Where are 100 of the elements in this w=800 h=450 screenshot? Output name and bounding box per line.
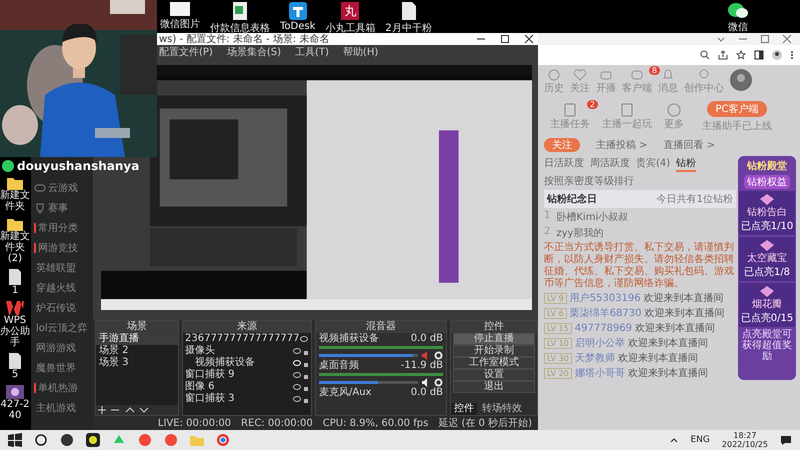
status-text: LIVE: 00:00:00 xyxy=(158,418,232,428)
desktop-icon-label[interactable]: 付款信息表格 xyxy=(210,21,270,35)
level-badge: LV 10 xyxy=(544,338,572,349)
app-logo[interactable]: 丸 xyxy=(341,2,360,20)
eye-lock-icon[interactable] xyxy=(293,383,309,391)
search-icon[interactable] xyxy=(34,433,48,447)
level-badge: LV 20 xyxy=(544,368,572,379)
clock-date[interactable]: 2022/10/25 xyxy=(722,440,768,449)
source-item[interactable]: 窗口捕获 9 xyxy=(185,369,235,381)
zoom-icon[interactable] xyxy=(700,50,710,60)
panel-title: 混音器 xyxy=(316,321,446,333)
close-icon[interactable] xyxy=(524,34,534,44)
desktop-icon-label[interactable]: 微信图片 xyxy=(160,17,200,31)
dock-tab[interactable]: 转场特效 xyxy=(479,403,525,415)
desktop-icon-label[interactable]: 微信 xyxy=(728,20,748,34)
control-button[interactable]: 退出 xyxy=(453,381,535,393)
ranking-tab[interactable]: 周活跃度 xyxy=(590,156,630,172)
desktop-icon-label[interactable]: ToDesk xyxy=(280,21,316,32)
spreadsheet-icon[interactable] xyxy=(233,2,247,20)
windows-start-icon[interactable] xyxy=(8,433,22,447)
menu-item[interactable]: 工具(T) xyxy=(295,45,329,59)
sidebar-item[interactable]: 炉石传说 xyxy=(36,301,76,315)
app-icon[interactable] xyxy=(86,433,100,447)
desktop-icon-label[interactable]: 新建文件夹 xyxy=(0,190,30,212)
section-link[interactable]: 直播回看 > xyxy=(664,138,716,152)
avatar[interactable] xyxy=(730,69,752,91)
desktop-icon-label[interactable]: 5 xyxy=(0,369,30,380)
trophy-icon xyxy=(34,203,46,213)
sidebar-item[interactable]: 网游竞技 xyxy=(38,241,78,255)
scene-item[interactable]: 场景 2 xyxy=(96,345,178,357)
control-button[interactable]: 设置 xyxy=(453,369,535,381)
menu-item[interactable]: 帮助(H) xyxy=(342,45,378,59)
dock-tab[interactable]: 控件 xyxy=(451,403,477,415)
perk-caption: 已点亮0/15 xyxy=(740,312,794,325)
ranking-note: 按照亲密度等级排行 xyxy=(544,174,635,188)
eye-lock-icon[interactable] xyxy=(293,395,309,403)
notification-icon[interactable] xyxy=(780,434,792,446)
desktop-icon-label[interactable]: 新建文件夹 (2) xyxy=(0,231,30,264)
scene-item[interactable]: 手游直播 xyxy=(96,333,178,345)
gift-icon xyxy=(759,193,775,205)
perk-name: 钻粉告白 xyxy=(747,206,787,219)
image-file-icon[interactable] xyxy=(6,385,24,399)
source-item[interactable]: 236777777777777777 xyxy=(185,333,300,345)
control-button[interactable]: 开始录制 xyxy=(453,345,535,357)
desktop-icon-label[interactable]: WPS办公助手 xyxy=(0,315,30,348)
control-button[interactable]: 停止直播 xyxy=(453,333,535,345)
volume-slider[interactable] xyxy=(319,380,418,384)
panel-subtitle: 钻粉权益 xyxy=(744,175,790,189)
sidebar-item[interactable]: 主机游戏 xyxy=(36,401,76,415)
ranking-tab[interactable]: 钻粉 xyxy=(676,156,696,172)
star-icon[interactable] xyxy=(736,50,746,60)
sidebar-item[interactable]: 常用分类 xyxy=(38,221,78,235)
folder-icon[interactable] xyxy=(7,176,23,190)
settings-icon[interactable] xyxy=(434,378,443,386)
control-button[interactable]: 工作室模式 xyxy=(453,357,535,369)
ranking-tab[interactable]: 日活跃度 xyxy=(544,156,584,172)
source-item[interactable]: 窗口捕获 3 xyxy=(185,393,235,405)
browser-icon[interactable] xyxy=(216,433,230,447)
profile-icon[interactable] xyxy=(772,50,782,60)
menu-icon[interactable] xyxy=(790,50,794,60)
share-icon[interactable] xyxy=(718,50,728,60)
eye-lock-icon[interactable] xyxy=(293,347,309,355)
source-item[interactable]: 视频捕获设备 xyxy=(195,357,255,369)
sidebar-item[interactable]: 英雄联盟 xyxy=(36,261,76,275)
chevron-up-icon[interactable] xyxy=(670,436,678,444)
desktop-icon-label[interactable]: 427-240 xyxy=(0,399,30,421)
status-text: CPU: 8.9%, 60.00 fps xyxy=(322,418,428,428)
sidebar-item[interactable]: 单机热游 xyxy=(38,381,78,395)
maximize-icon[interactable] xyxy=(500,34,510,44)
settings-icon[interactable] xyxy=(434,350,443,360)
file-icon[interactable] xyxy=(402,2,416,20)
app-icon[interactable] xyxy=(60,433,74,447)
sidebar-item[interactable]: 赛事 xyxy=(48,201,68,215)
language-indicator[interactable]: ENG xyxy=(690,435,710,445)
eye-lock-icon[interactable] xyxy=(300,335,309,343)
desktop-icon-label[interactable]: 1 xyxy=(0,285,30,296)
sidebar-item[interactable]: 网游游戏 xyxy=(36,341,76,355)
scene-item[interactable]: 场景 3 xyxy=(96,357,178,369)
desktop-icon-label[interactable]: 小丸工具箱 xyxy=(325,21,376,35)
card-note: 今日共有1位钻粉 xyxy=(656,192,733,206)
eye-lock-icon[interactable] xyxy=(293,371,309,379)
menu-item[interactable]: 配置文件(P) xyxy=(159,45,213,59)
source-item[interactable]: 图像 6 xyxy=(185,381,215,393)
sidebar-item[interactable]: 云游戏 xyxy=(48,181,78,195)
slider-fill[interactable] xyxy=(319,380,378,384)
sidebar-item[interactable]: 魔兽世界 xyxy=(36,361,76,375)
sidebar-item[interactable]: lol云顶之弈 xyxy=(36,321,88,335)
app-icon[interactable] xyxy=(288,2,307,20)
desktop-icon-label[interactable]: 2月中干粉 xyxy=(385,21,432,35)
eye-lock-icon[interactable] xyxy=(293,359,309,367)
source-item[interactable]: 摄像头 xyxy=(185,345,215,357)
ranking-tab[interactable]: 贵宾(4) xyxy=(636,156,670,172)
sidebar-item[interactable]: 穿越火线 xyxy=(36,281,76,295)
sidebar-icon[interactable] xyxy=(754,50,764,60)
clock-time[interactable]: 18:27 xyxy=(733,431,756,440)
chat-bubbles-icon[interactable] xyxy=(727,2,749,20)
wps-icon[interactable] xyxy=(6,301,24,315)
folder-icon[interactable] xyxy=(7,217,23,231)
section-link[interactable]: 主播投稿 > xyxy=(596,138,648,152)
menu-item[interactable]: 场景集合(S) xyxy=(226,45,281,59)
